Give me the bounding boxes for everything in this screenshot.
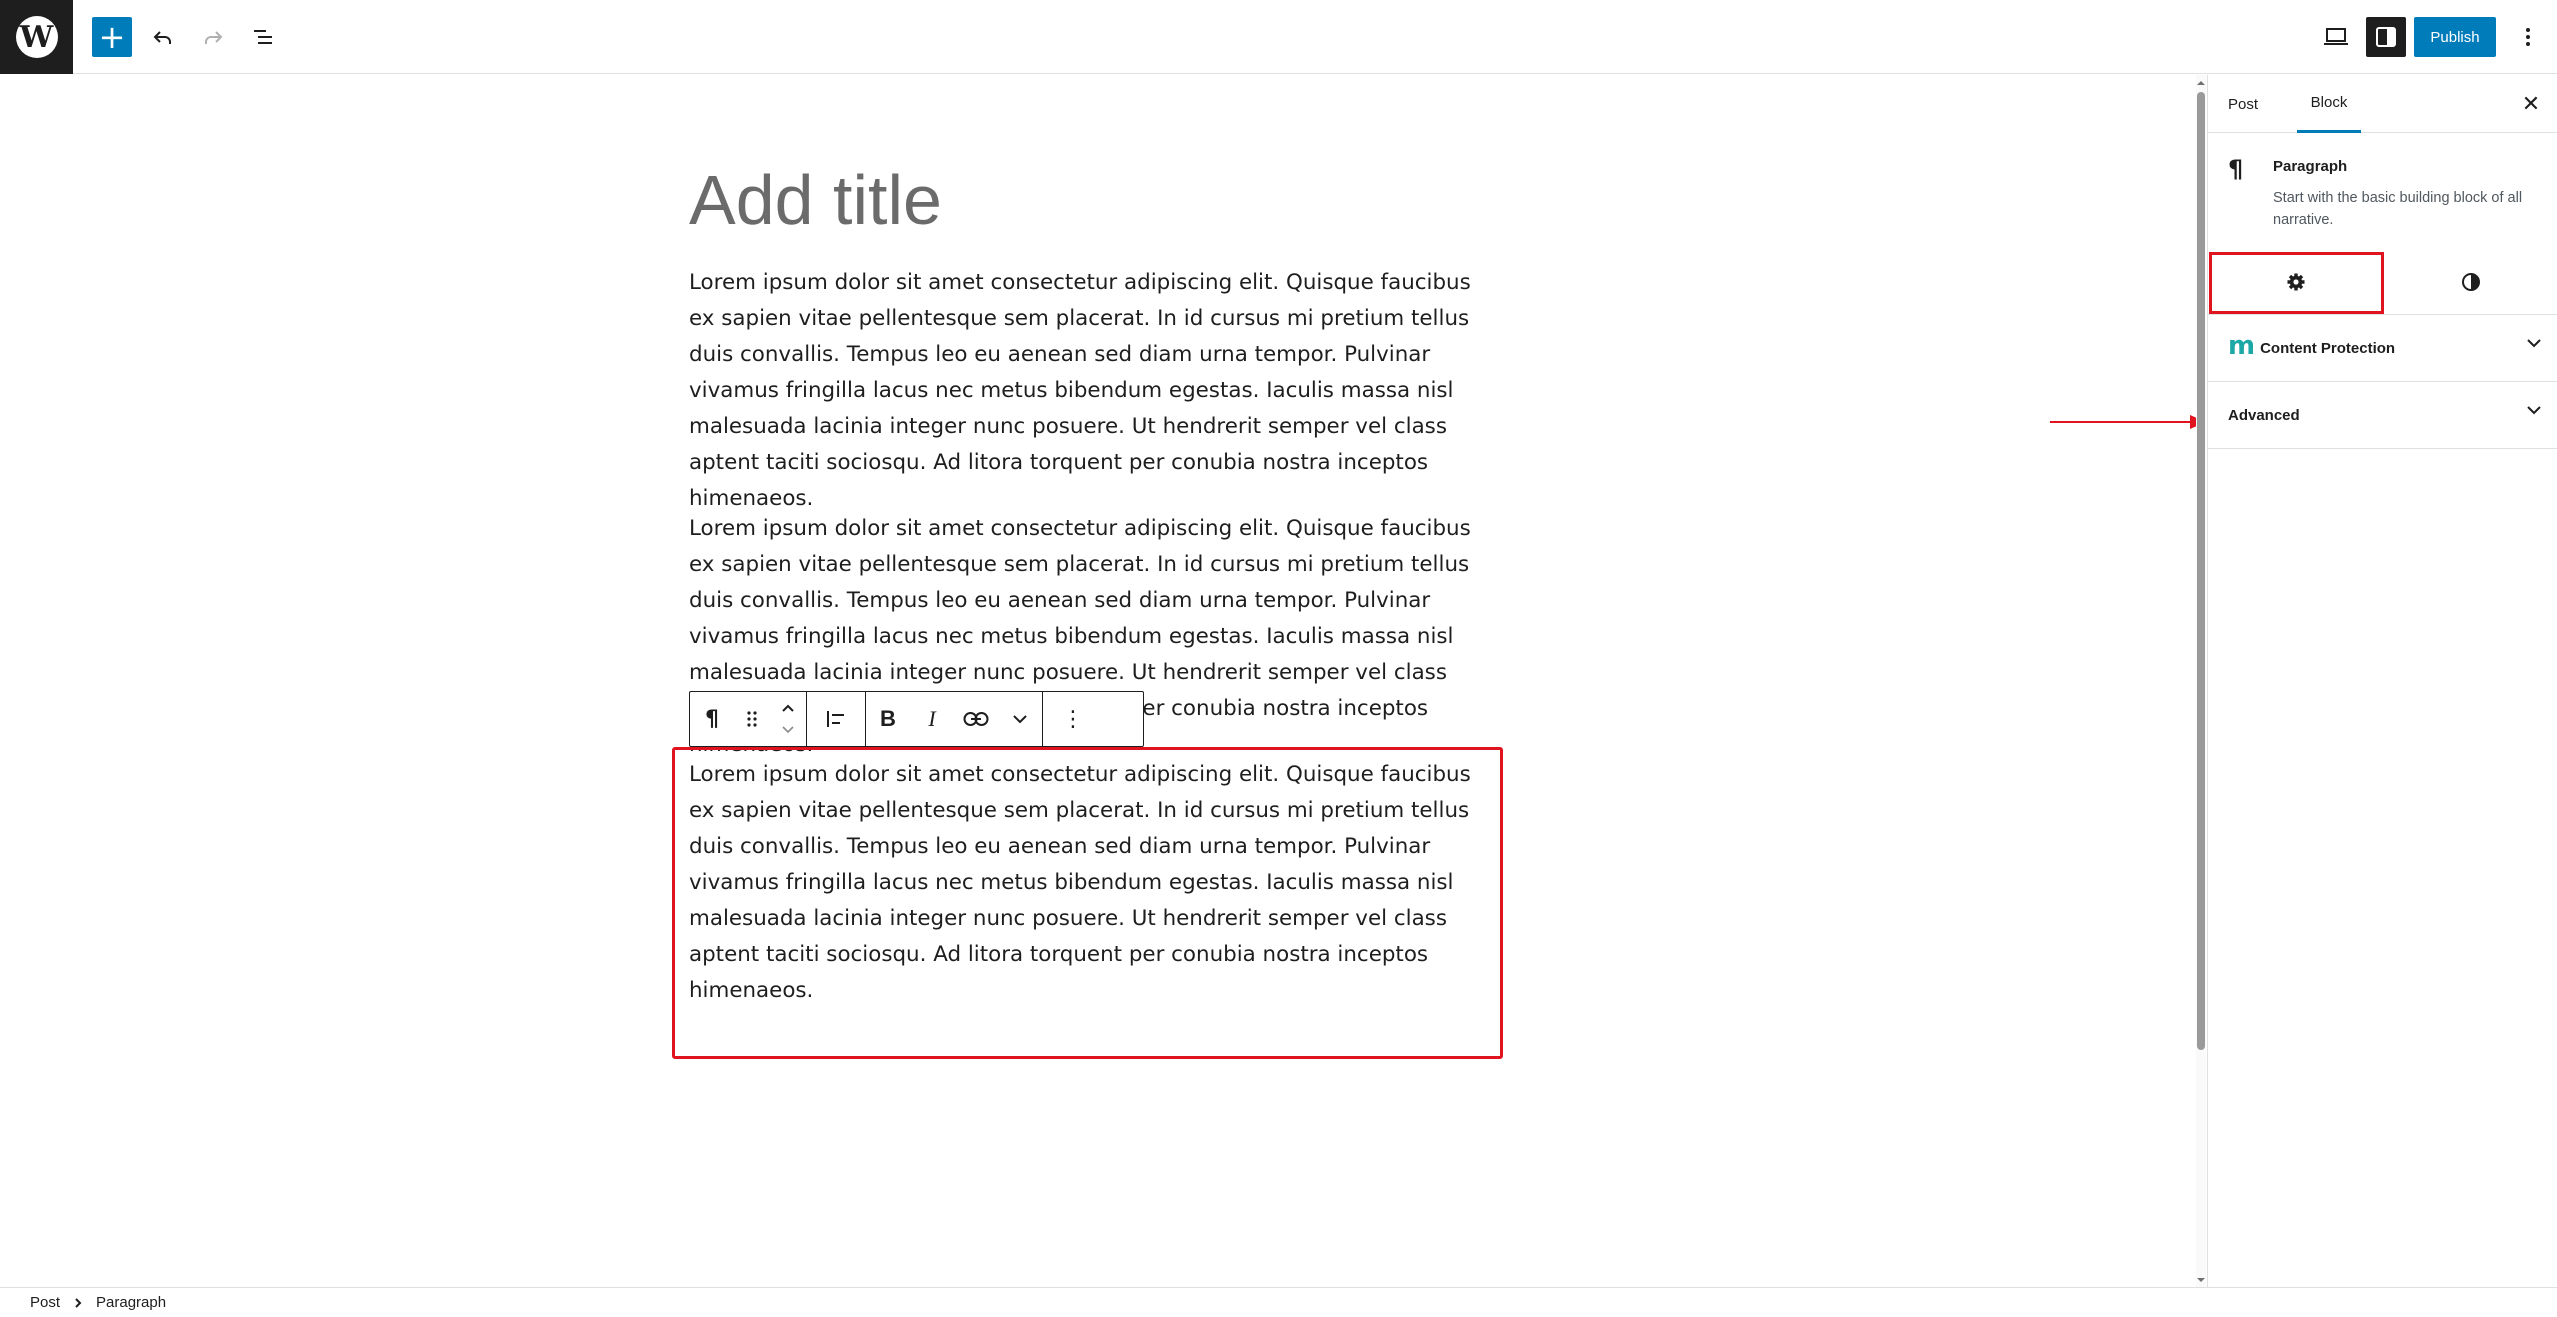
redo-icon [205, 31, 223, 44]
settings-tab-highlight [2209, 252, 2384, 314]
block-toolbar: ¶ B I ⋮ [689, 691, 1144, 747]
move-up-down-button[interactable] [770, 692, 806, 746]
editor-canvas: Add title Lorem ipsum dolor sit amet con… [0, 75, 2206, 1287]
canvas-scrollbar-thumb[interactable] [2197, 92, 2205, 1050]
vertical-ellipsis-icon: ⋮ [1062, 706, 1084, 732]
post-title-input[interactable]: Add title [689, 160, 942, 240]
block-card-title: Paragraph [2273, 158, 2348, 175]
paragraph-icon: ¶ [2228, 155, 2244, 183]
paragraph-icon: ¶ [705, 706, 719, 732]
options-button[interactable] [2508, 17, 2548, 57]
publish-button[interactable]: Publish [2414, 17, 2496, 57]
toolbar-group-block: ¶ [690, 692, 807, 746]
undo-icon [153, 31, 171, 44]
list-view-icon [254, 30, 272, 44]
settings-sidebar: Post Block ✕ ¶ Paragraph Start with the … [2207, 75, 2557, 1287]
editor-header: W + Publish [0, 0, 2557, 74]
memberpress-logo-icon: m [2228, 330, 2255, 361]
panel-content-protection[interactable]: m Content Protection [2208, 316, 2557, 382]
wordpress-logo-icon: W [15, 16, 58, 58]
chevron-down-icon [1013, 715, 1027, 724]
view-button[interactable] [2316, 17, 2356, 57]
guide-arrow [2050, 415, 2206, 429]
scroll-up-icon [2197, 81, 2205, 85]
scroll-down-icon [2197, 1278, 2205, 1282]
move-up-down-icon [782, 704, 794, 734]
link-button[interactable] [954, 692, 998, 746]
close-icon: ✕ [2521, 91, 2541, 117]
block-options-button[interactable]: ⋮ [1043, 692, 1103, 746]
settings-toggle-button[interactable] [2366, 17, 2406, 57]
toolbar-group-align [807, 692, 866, 746]
align-button[interactable] [807, 692, 865, 746]
italic-button[interactable]: I [910, 692, 954, 746]
sidebar-tabs: Post Block ✕ [2208, 75, 2557, 133]
drag-handle-icon [747, 711, 757, 727]
half-circle-icon [2462, 273, 2480, 291]
undo-button[interactable] [143, 17, 183, 57]
chevron-right-icon [75, 1297, 82, 1308]
toolbar-group-options: ⋮ [1043, 692, 1103, 746]
add-block-button[interactable]: + [92, 17, 132, 57]
plus-icon: + [98, 18, 126, 56]
tab-block-styles[interactable] [2384, 249, 2557, 315]
paragraph-transform-button[interactable]: ¶ [690, 692, 734, 746]
drag-handle[interactable] [734, 692, 770, 746]
selected-block-highlight [672, 747, 1503, 1059]
list-view-button[interactable] [243, 17, 283, 57]
sidebar-toggle-icon [2376, 27, 2396, 47]
tab-block[interactable]: Block [2297, 75, 2361, 133]
italic-icon: I [928, 706, 936, 731]
redo-button[interactable] [193, 17, 233, 57]
chevron-down-icon [2527, 339, 2541, 348]
paragraph-block[interactable]: Lorem ipsum dolor sit amet consectetur a… [689, 265, 1499, 517]
breadcrumb-item-post[interactable]: Post [30, 1294, 60, 1311]
chevron-down-icon [2527, 406, 2541, 415]
align-left-icon [827, 711, 844, 727]
wordpress-logo-button[interactable]: W [0, 0, 73, 74]
block-inspector-tabs [2208, 249, 2557, 315]
close-sidebar-button[interactable]: ✕ [2514, 87, 2548, 121]
block-card-description: Start with the basic building block of a… [2273, 190, 2523, 228]
more-formats-button[interactable] [998, 692, 1042, 746]
toolbar-group-format: B I [866, 692, 1043, 746]
breadcrumb-item-paragraph[interactable]: Paragraph [96, 1294, 166, 1311]
bold-icon: B [880, 706, 896, 731]
breadcrumb: Post Paragraph [0, 1287, 2557, 1317]
vertical-ellipsis-icon [2526, 28, 2530, 46]
laptop-icon [2324, 28, 2348, 45]
link-icon [963, 712, 989, 726]
panel-advanced-label: Advanced [2228, 407, 2300, 424]
panel-advanced[interactable]: Advanced [2208, 383, 2557, 449]
tab-post[interactable]: Post [2228, 75, 2258, 133]
panel-content-protection-label: Content Protection [2260, 340, 2396, 357]
bold-button[interactable]: B [866, 692, 910, 746]
